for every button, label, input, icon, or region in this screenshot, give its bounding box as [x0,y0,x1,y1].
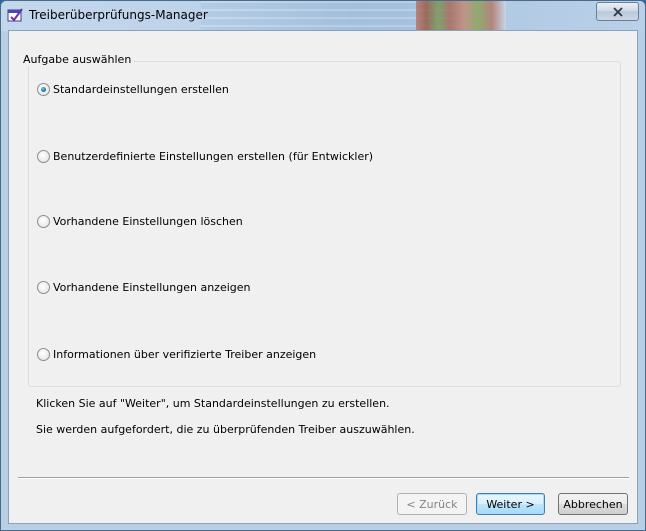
radio-label: Informationen über verifizierte Treiber … [53,348,317,361]
radio-label: Vorhandene Einstellungen anzeigen [53,281,251,294]
close-button[interactable] [596,2,639,21]
radio-label: Standardeinstellungen erstellen [53,83,229,96]
radio-option-show[interactable]: Vorhandene Einstellungen anzeigen [37,281,251,294]
radio-option-info[interactable]: Informationen über verifizierte Treiber … [37,348,316,361]
radio-button[interactable] [37,281,50,294]
radio-button[interactable] [37,215,50,228]
radio-button-checked[interactable] [37,83,50,96]
radio-option-custom[interactable]: Benutzerdefinierte Einstellungen erstell… [37,150,373,163]
back-button[interactable]: < Zurück [397,493,467,515]
title-bar-background-art [416,1,506,31]
title-bar[interactable]: Treiberüberprüfungs-Manager [1,1,645,31]
close-icon [612,6,623,17]
info-text-line2: Sie werden aufgefordert, die zu überprüf… [36,423,415,436]
radio-label: Vorhandene Einstellungen löschen [53,215,243,228]
info-text-line1: Klicken Sie auf "Weiter", um Standardein… [36,397,390,410]
radio-button[interactable] [37,150,50,163]
driver-verifier-icon [7,8,23,22]
radio-option-standard[interactable]: Standardeinstellungen erstellen [37,83,229,96]
separator [18,477,629,479]
next-button[interactable]: Weiter > [476,493,545,515]
radio-option-delete[interactable]: Vorhandene Einstellungen löschen [37,215,243,228]
dialog-content: Aufgabe auswählen Standardeinstellungen … [8,30,638,524]
radio-button[interactable] [37,348,50,361]
cancel-button[interactable]: Abbrechen [558,493,628,515]
group-legend: Aufgabe auswählen [20,53,135,66]
radio-label: Benutzerdefinierte Einstellungen erstell… [53,150,374,163]
dialog-window: Treiberüberprüfungs-Manager Aufgabe ausw… [0,0,646,531]
window-title: Treiberüberprüfungs-Manager [29,8,208,22]
